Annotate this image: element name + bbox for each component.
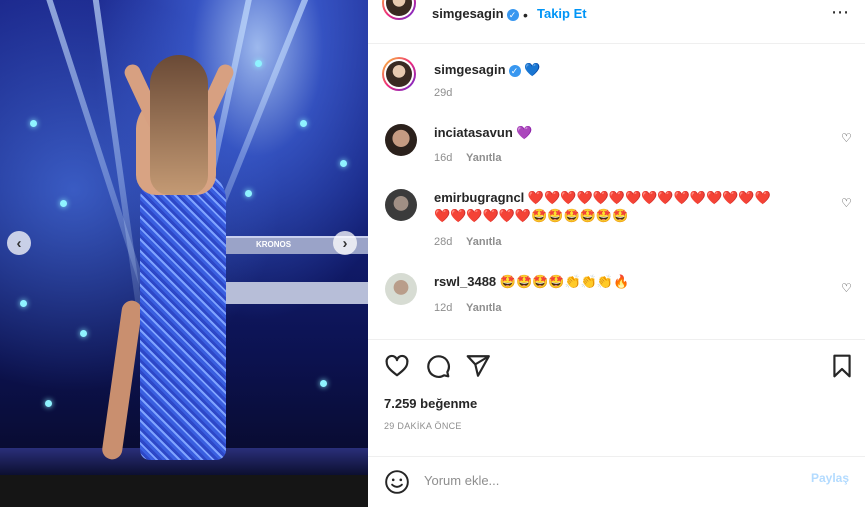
post-details-panel: simgesagin ✓ • Takip Et ⋯ simgesagin ✓ 💙 2… (368, 0, 865, 507)
comment-body: rswl_3488 🤩🤩🤩🤩👏👏👏🔥 (434, 273, 629, 291)
author-username-text[interactable]: simgesagin (432, 6, 504, 21)
comment-bubble-icon[interactable] (425, 353, 451, 379)
reply-button[interactable]: Yanıtla (466, 152, 501, 164)
save-bookmark-icon[interactable] (829, 353, 855, 379)
emoji-smiley-icon[interactable] (384, 469, 410, 495)
stage-light-dot (340, 160, 347, 167)
performer-dress (140, 170, 226, 460)
post-timestamp[interactable]: 29 DAKİKA ÖNCE (384, 421, 462, 431)
comment-body: emirbugragncl ❤️❤️❤️❤️❤️❤️❤️❤️❤️❤️❤️❤️❤️… (434, 189, 834, 207)
verified-badge-icon: ✓ (506, 8, 519, 21)
stage-light-dot (20, 300, 27, 307)
performer-leg (100, 299, 144, 461)
comment-text: ❤️❤️❤️❤️❤️❤️❤️❤️❤️❤️❤️❤️❤️❤️❤️ (527, 190, 771, 205)
stage-light-dot (60, 200, 67, 207)
caption-age[interactable]: 29d (434, 87, 452, 99)
share-paper-plane-icon[interactable] (465, 353, 491, 379)
keyboard-instrument (222, 282, 368, 304)
caption-author[interactable]: simgesagin (434, 62, 506, 77)
stage-light-dot (320, 380, 327, 387)
commenter-username[interactable]: rswl_3488 (434, 274, 496, 289)
caption-text: 💙 (524, 62, 541, 77)
comment-text: 🤩🤩🤩🤩👏👏👏🔥 (499, 274, 630, 289)
reply-button[interactable]: Yanıtla (466, 236, 501, 248)
comment-like-icon[interactable]: ♡ (841, 131, 852, 145)
comment-age[interactable]: 28d (434, 236, 452, 248)
comment-like-icon[interactable]: ♡ (841, 281, 852, 295)
previous-photo-button[interactable]: ‹ (7, 231, 31, 255)
stage-light-dot (255, 60, 262, 67)
like-heart-icon[interactable] (384, 353, 410, 379)
post-photo[interactable]: KRONOS ‹ › (0, 0, 368, 475)
comment-input[interactable] (424, 469, 794, 491)
commenter-username[interactable]: inciatasavun (434, 125, 513, 140)
comment-like-icon[interactable]: ♡ (841, 196, 852, 210)
comment-age[interactable]: 16d (434, 152, 452, 164)
follow-separator: • (523, 7, 528, 23)
post-header: simgesagin ✓ • Takip Et ⋯ (368, 0, 865, 44)
stage-light-dot (45, 400, 52, 407)
comment-age[interactable]: 12d (434, 302, 452, 314)
commenter-avatar[interactable] (385, 124, 417, 156)
like-count[interactable]: 7.259 beğenme (384, 396, 477, 411)
stage-light-dot (245, 190, 252, 197)
more-options-icon[interactable]: ⋯ (831, 2, 850, 23)
commenter-avatar[interactable] (385, 189, 417, 221)
performer-hair (150, 55, 208, 195)
post-viewer: KRONOS ‹ › simgesagin ✓ • Takip Et ⋯ sim… (0, 0, 865, 507)
follow-button[interactable]: Takip Et (537, 6, 587, 21)
stage-light-dot (300, 120, 307, 127)
caption: simgesagin ✓ 💙 (434, 61, 540, 79)
post-comment-button[interactable]: Paylaş (811, 471, 849, 485)
caption-author-avatar[interactable] (382, 57, 416, 91)
backdrop (0, 475, 368, 507)
commenter-avatar[interactable] (385, 273, 417, 305)
author-avatar[interactable] (382, 0, 416, 20)
comment-text-continued: ❤️❤️❤️❤️❤️❤️🤩🤩🤩🤩🤩🤩 (434, 208, 629, 223)
commenter-username[interactable]: emirbugragncl (434, 190, 524, 205)
chevron-left-icon: ‹ (16, 234, 22, 252)
comment-body: inciatasavun 💜 (434, 124, 533, 142)
author-username[interactable]: simgesagin ✓ (432, 6, 519, 21)
verified-badge-icon: ✓ (508, 64, 521, 77)
comment-text: 💜 (516, 125, 533, 140)
divider (368, 339, 865, 340)
stage-light-dot (80, 330, 87, 337)
stage-light-dot (30, 120, 37, 127)
next-photo-button[interactable]: › (333, 231, 357, 255)
keyboard-brand: KRONOS (256, 240, 292, 249)
reply-button[interactable]: Yanıtla (466, 302, 501, 314)
chevron-right-icon: › (342, 234, 348, 252)
comment-composer: Paylaş (368, 456, 865, 507)
